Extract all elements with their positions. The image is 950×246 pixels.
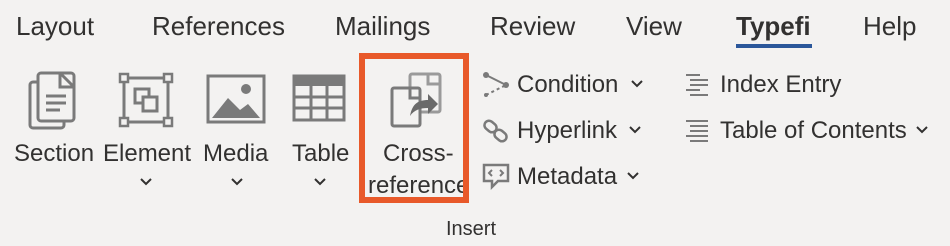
chevron-down-icon [631,80,643,88]
metadata-label: Metadata [517,163,618,190]
element-icon [118,72,174,133]
condition-button[interactable]: Condition [482,67,652,103]
tab-typefi[interactable]: Typefi [736,8,811,44]
group-label-insert: Insert [446,218,497,240]
media-icon [206,74,266,129]
table-label: Table [292,140,350,167]
hyperlink-label: Hyperlink [517,117,618,144]
element-label: Element [103,140,192,167]
table-of-contents-label: Table of Contents [720,117,907,144]
chevron-down-icon [231,178,243,186]
table-of-contents-icon [684,117,710,148]
chevron-down-icon [916,126,928,134]
chevron-down-icon [627,172,639,180]
metadata-icon [482,163,510,196]
media-label: Media [203,140,269,167]
metadata-button[interactable]: Metadata [482,159,652,195]
tab-references[interactable]: References [152,8,285,44]
tab-review[interactable]: Review [490,8,575,44]
hyperlink-icon [482,117,510,150]
tab-view[interactable]: View [626,8,682,44]
tab-mailings[interactable]: Mailings [335,8,430,44]
highlight-box [359,53,469,203]
condition-icon [482,71,510,104]
active-tab-indicator [736,44,812,48]
condition-label: Condition [517,71,619,98]
index-entry-label: Index Entry [720,71,842,98]
chevron-down-icon [629,126,641,134]
hyperlink-button[interactable]: Hyperlink [482,113,652,149]
chevron-down-icon [140,178,152,186]
table-icon [292,74,346,127]
section-label: Section [14,140,95,167]
tab-help[interactable]: Help [863,8,916,44]
table-of-contents-button[interactable]: Table of Contents [684,113,934,149]
index-entry-button[interactable]: Index Entry [684,67,864,103]
section-icon [22,70,82,137]
chevron-down-icon [314,178,326,186]
tab-layout[interactable]: Layout [16,8,94,44]
index-entry-icon [684,71,710,102]
